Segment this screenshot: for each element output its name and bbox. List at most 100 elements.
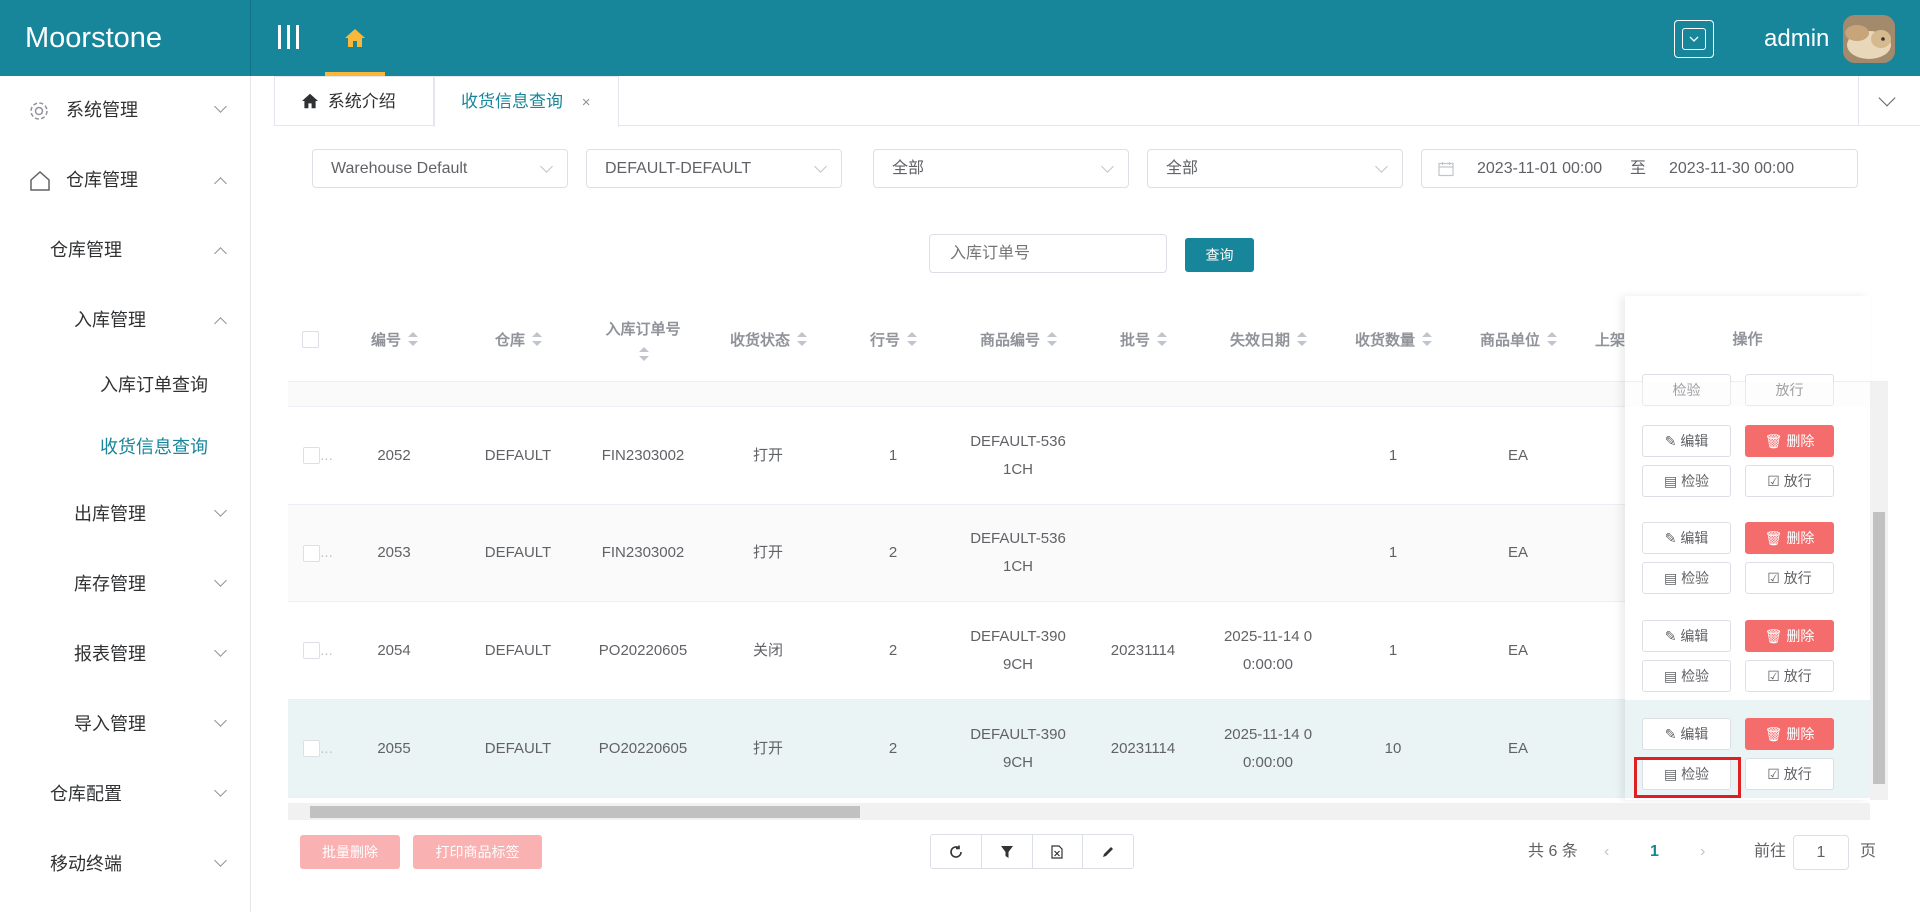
cell-lot: 20231114 (1110, 641, 1176, 659)
sidebar-item-receiving-query[interactable]: 收货信息查询 (0, 419, 251, 475)
menu-toggle-icon[interactable] (276, 22, 302, 52)
row-checkbox[interactable] (303, 544, 321, 562)
horizontal-scrollbar[interactable] (288, 803, 1870, 820)
delete-button[interactable]: 🗑 删除 (1745, 718, 1834, 750)
sort-icon[interactable] (1156, 332, 1167, 346)
release-button[interactable]: ☑ 放行 (1745, 758, 1834, 790)
sort-icon[interactable] (638, 346, 649, 361)
sort-icon[interactable] (906, 332, 917, 346)
sidebar-item-inbound-order-query[interactable]: 入库订单查询 (0, 357, 251, 413)
sort-icon[interactable] (1046, 332, 1057, 346)
sidebar-item-label: 入库订单查询 (100, 375, 208, 395)
header-warehouse[interactable]: 仓库 (456, 296, 580, 382)
batch-delete-button[interactable]: 批量删除 (300, 835, 400, 869)
sidebar-item-system[interactable]: 系统管理 (0, 82, 251, 138)
header-select-all[interactable] (288, 296, 332, 382)
close-icon[interactable]: × (582, 94, 591, 111)
home-nav-button[interactable] (325, 0, 385, 76)
sidebar-item-warehouse-config[interactable]: 仓库配置 (0, 766, 251, 822)
chevron-down-icon (214, 784, 227, 797)
export-excel-icon[interactable] (1033, 835, 1084, 868)
header-id[interactable]: 编号 (332, 296, 456, 382)
next-page-icon[interactable]: › (1700, 834, 1705, 870)
warehouse-select-value: Warehouse Default (331, 160, 468, 177)
sidebar-item-label: 仓库管理 (66, 170, 138, 190)
sidebar: 系统管理 仓库管理 仓库管理 入库管理 入库订单查询 收货信息查询 出库管理 库… (0, 76, 251, 912)
sidebar-item-warehouse-sub[interactable]: 仓库管理 (0, 222, 251, 278)
sort-icon[interactable] (531, 332, 542, 346)
date-start-input[interactable]: 2023-11-01 00:00 (1477, 150, 1602, 187)
header-sku[interactable]: 商品编号 (956, 296, 1080, 382)
header-unit[interactable]: 商品单位 (1456, 296, 1580, 382)
select-all-checkbox[interactable] (301, 330, 319, 348)
filter-icon[interactable] (982, 835, 1033, 868)
avatar[interactable] (1843, 15, 1895, 63)
header-expiry[interactable]: 失效日期 (1206, 296, 1330, 382)
header-lot[interactable]: 批号 (1080, 296, 1206, 382)
edit-button[interactable]: ✎ 编辑 (1642, 718, 1731, 750)
edit-button[interactable]: ✎ 编辑 (1642, 620, 1731, 652)
cell-expiry (1206, 505, 1330, 601)
sidebar-item-import[interactable]: 导入管理 (0, 696, 251, 752)
header-status[interactable]: 收货状态 (706, 296, 830, 382)
row-checkbox[interactable] (303, 740, 321, 757)
goto-page-input[interactable]: 1 (1793, 835, 1849, 870)
delete-button[interactable]: 🗑 删除 (1745, 620, 1834, 652)
sidebar-item-outbound[interactable]: 出库管理 (0, 486, 251, 542)
row-checkbox[interactable] (303, 447, 321, 464)
vertical-scrollbar-thumb[interactable] (1873, 512, 1885, 784)
inspect-button[interactable]: ▤ 检验 (1642, 562, 1731, 594)
refresh-icon[interactable] (931, 835, 982, 868)
chevron-down-icon (1878, 89, 1896, 107)
header-order[interactable]: 入库订单号 (580, 296, 706, 382)
cell-unit: EA (1507, 641, 1528, 659)
chevron-down-icon (1101, 160, 1114, 173)
user-name[interactable]: admin (1764, 0, 1829, 76)
date-end-input[interactable]: 2023-11-30 00:00 (1669, 150, 1794, 187)
cell-sku-line2: 9CH (1002, 655, 1033, 673)
sort-icon[interactable] (1546, 332, 1557, 346)
release-button[interactable]: ☑ 放行 (1745, 660, 1834, 692)
tab-receiving-query[interactable]: 收货信息查询 × (434, 76, 619, 127)
pencil-icon[interactable] (1083, 835, 1133, 868)
delete-button[interactable]: 🗑 删除 (1745, 425, 1834, 457)
tabs-more-button[interactable] (1858, 76, 1920, 126)
sort-icon[interactable] (1421, 332, 1432, 346)
horizontal-scrollbar-thumb[interactable] (310, 806, 860, 818)
release-button[interactable]: ☑ 放行 (1745, 465, 1834, 497)
status-select-2[interactable]: 全部 (1147, 149, 1403, 188)
edit-button[interactable]: ✎ 编辑 (1642, 425, 1731, 457)
sort-icon[interactable] (796, 332, 807, 346)
sidebar-item-mobile[interactable]: 移动终端 (0, 836, 251, 892)
sidebar-item-inbound[interactable]: 入库管理 (0, 292, 251, 348)
inbound-order-input[interactable] (929, 234, 1167, 273)
header-qty[interactable]: 收货数量 (1330, 296, 1456, 382)
delete-button[interactable]: 🗑 删除 (1745, 522, 1834, 554)
prev-page-icon[interactable]: ‹ (1604, 834, 1609, 870)
cell-sku: DEFAULT-536 1CH (956, 505, 1080, 601)
inspect-button[interactable]: ▤ 检验 (1642, 660, 1731, 692)
query-button[interactable]: 查询 (1185, 238, 1254, 272)
vertical-scrollbar[interactable] (1870, 382, 1888, 800)
sidebar-item-inventory[interactable]: 库存管理 (0, 556, 251, 612)
sidebar-item-reports[interactable]: 报表管理 (0, 626, 251, 682)
warehouse-select[interactable]: Warehouse Default (312, 149, 568, 188)
print-label-button[interactable]: 打印商品标签 (413, 835, 542, 869)
release-button[interactable]: ☑ 放行 (1745, 562, 1834, 594)
date-range-picker[interactable]: 2023-11-01 00:00 至 2023-11-30 00:00 (1421, 149, 1858, 188)
cell-sku-line1: DEFAULT-390 (970, 725, 1066, 743)
tab-system-intro[interactable]: 系统介绍 (274, 76, 434, 126)
sort-icon[interactable] (1296, 332, 1307, 346)
inspect-button[interactable]: ▤ 检验 (1642, 465, 1731, 497)
cell-lot (1080, 505, 1206, 601)
owner-select[interactable]: DEFAULT-DEFAULT (586, 149, 842, 188)
sidebar-item-warehouse[interactable]: 仓库管理 (0, 152, 251, 208)
fullscreen-dropdown-button[interactable] (1674, 20, 1714, 58)
current-page[interactable]: 1 (1650, 834, 1659, 870)
status-select-1[interactable]: 全部 (873, 149, 1129, 188)
header-line[interactable]: 行号 (830, 296, 956, 382)
sort-icon[interactable] (407, 332, 418, 346)
row-checkbox[interactable] (303, 642, 321, 659)
edit-button[interactable]: ✎ 编辑 (1642, 522, 1731, 554)
release-label: 放行 (1783, 668, 1812, 684)
